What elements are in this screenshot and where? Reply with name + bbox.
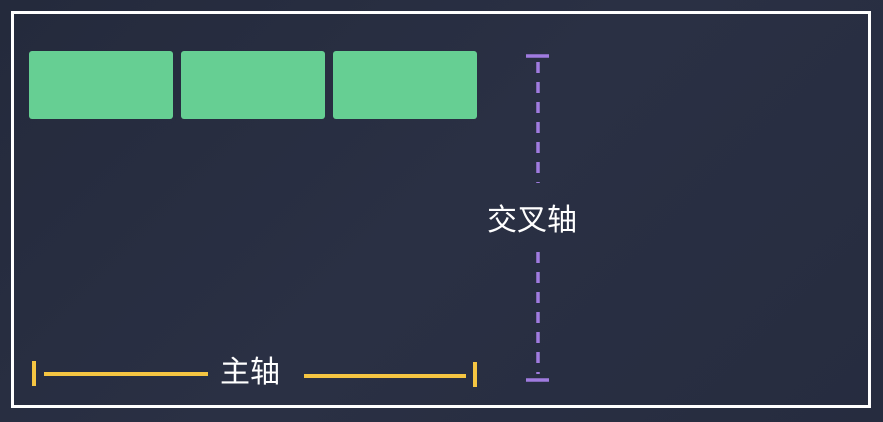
axes-layer <box>32 54 549 387</box>
main-axis-label: 主轴 <box>220 355 280 390</box>
diagram-canvas: 主轴 交叉轴 <box>0 0 883 422</box>
cross-axis-label: 交叉轴 <box>487 203 577 238</box>
